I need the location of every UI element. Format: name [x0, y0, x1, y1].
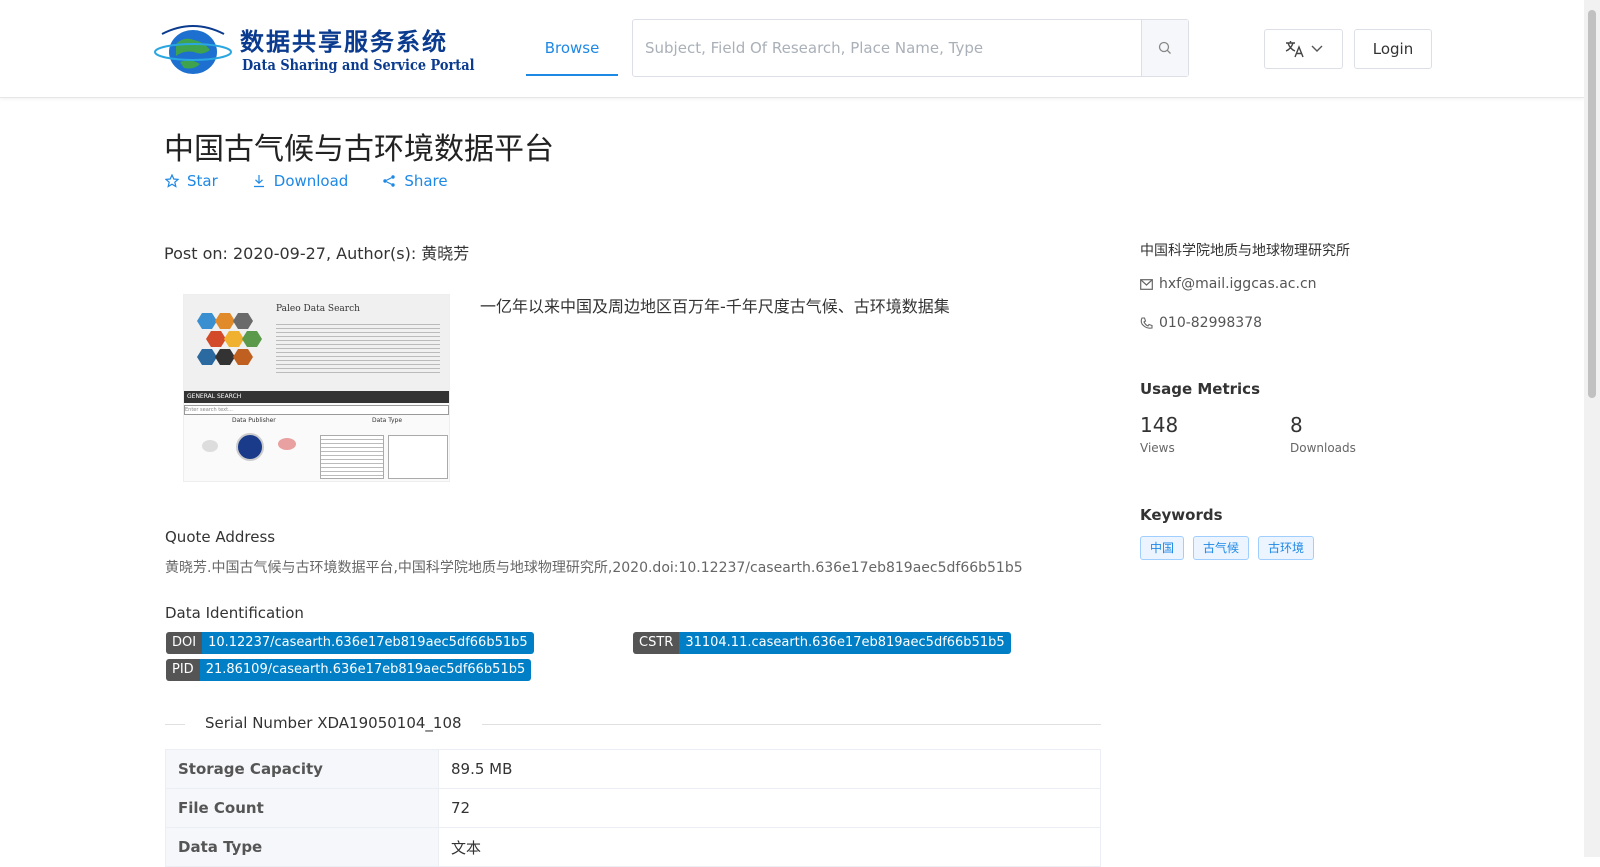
thumbnail-noaa-logo — [236, 433, 264, 461]
share-button[interactable]: Share — [382, 172, 448, 190]
quote-address: 黄晓芳.中国古气候与古环境数据平台,中国科学院地质与地球物理研究所,2020.d… — [165, 560, 1023, 576]
thumbnail-type-box — [388, 435, 448, 479]
table-key: File Count — [165, 788, 439, 828]
keyword-tag[interactable]: 古气候 — [1193, 536, 1250, 560]
keywords-list: 中国 古气候 古环境 — [1140, 536, 1315, 560]
search-box — [632, 19, 1189, 77]
download-label: Download — [273, 172, 349, 190]
table-value: 89.5 MB — [438, 749, 1101, 789]
mail-icon — [1140, 278, 1153, 290]
scrollbar-thumb[interactable] — [1588, 10, 1596, 398]
search-icon — [1158, 41, 1171, 54]
search-button[interactable] — [1141, 20, 1188, 76]
pid-badge-value: 21.86109/casearth.636e17eb819aec5df66b51… — [199, 659, 532, 681]
thumbnail-col-type: Data Type — [372, 417, 403, 424]
star-button[interactable]: Star — [165, 172, 218, 190]
views-metric: 148 Views — [1140, 413, 1178, 455]
share-label: Share — [404, 172, 448, 190]
language-switch-button[interactable] — [1264, 29, 1343, 69]
dataset-title: 中国古气候与古环境数据平台 — [164, 132, 554, 167]
dataset-actions: Star Download Share — [165, 172, 448, 190]
dataset-description: 一亿年以来中国及周边地区百万年-千年尺度古气候、古环境数据集 — [480, 297, 950, 316]
translate-icon — [1285, 41, 1304, 58]
doi-badge-value: 10.12237/casearth.636e17eb819aec5df66b51… — [202, 632, 534, 654]
doi-badge-key: DOI — [166, 632, 203, 654]
logo-chinese-title: 数据共享服务系统 — [240, 28, 448, 56]
search-input[interactable] — [633, 20, 1165, 76]
usage-metrics-title: Usage Metrics — [1140, 380, 1260, 398]
table-value: 72 — [438, 788, 1101, 828]
contact-email-text: hxf@mail.iggcas.ac.cn — [1159, 276, 1317, 292]
login-button[interactable]: Login — [1354, 29, 1432, 69]
keyword-tag[interactable]: 古环境 — [1258, 536, 1315, 560]
thumbnail-title: Paleo Data Search — [276, 304, 360, 314]
table-row: Storage Capacity 89.5 MB — [165, 749, 1101, 789]
star-icon — [165, 174, 179, 188]
pid-badge-key: PID — [166, 659, 200, 681]
keywords-title: Keywords — [1140, 506, 1223, 524]
views-count: 148 — [1140, 413, 1179, 437]
share-icon — [383, 175, 396, 187]
download-button[interactable]: Download — [252, 172, 349, 190]
chevron-down-icon — [1311, 45, 1322, 52]
pid-badge[interactable]: PID 21.86109/casearth.636e17eb819aec5df6… — [166, 659, 532, 681]
table-value: 文本 — [438, 827, 1101, 867]
table-row: Data Type 文本 — [165, 827, 1101, 867]
dataset-info-table: Storage Capacity 89.5 MB File Count 72 D… — [165, 749, 1101, 867]
quote-address-label: Quote Address — [165, 528, 276, 546]
post-meta: Post on: 2020-09-27, Author(s): 黄晓芳 — [164, 244, 470, 263]
contact-phone-text: 010-82998378 — [1159, 315, 1263, 331]
table-row: File Count 72 — [165, 788, 1101, 828]
page-scrollbar[interactable] — [1584, 0, 1600, 857]
table-key: Data Type — [165, 827, 439, 867]
views-label: Views — [1140, 441, 1175, 455]
globe-logo-icon — [154, 25, 232, 74]
thumbnail-search-bar: GENERAL SEARCH — [184, 391, 449, 403]
dataset-thumbnail[interactable]: Paleo Data Search GENERAL SEARCH Enter s… — [183, 294, 450, 482]
thumbnail-publisher-logo-3 — [278, 438, 296, 450]
downloads-metric: 8 Downloads — [1290, 413, 1356, 455]
thumbnail-type-list — [320, 435, 384, 479]
data-identification-label: Data Identification — [165, 604, 304, 622]
top-header: 数据共享服务系统 Data Sharing and Service Portal… — [0, 0, 1584, 98]
cstr-badge[interactable]: CSTR 31104.11.casearth.636e17eb819aec5df… — [633, 632, 1011, 654]
cstr-badge-key: CSTR — [633, 632, 680, 654]
keyword-tag[interactable]: 中国 — [1140, 536, 1185, 560]
downloads-count: 8 — [1290, 413, 1303, 437]
serial-number: Serial Number XDA19050104_108 — [185, 714, 482, 732]
portal-logo[interactable]: 数据共享服务系统 Data Sharing and Service Portal — [154, 18, 474, 80]
table-key: Storage Capacity — [165, 749, 439, 789]
phone-icon — [1140, 316, 1153, 329]
thumbnail-text-lines — [276, 321, 440, 373]
thumbnail-publisher-logo-1 — [202, 440, 218, 452]
hexagon-collage-icon — [197, 313, 262, 365]
cstr-badge-value: 31104.11.casearth.636e17eb819aec5df66b51… — [679, 632, 1011, 654]
contact-phone: 010-82998378 — [1140, 315, 1262, 331]
contact-email[interactable]: hxf@mail.iggcas.ac.cn — [1140, 276, 1317, 292]
organization-name: 中国科学院地质与地球物理研究所 — [1140, 243, 1350, 259]
nav-browse-tab[interactable]: Browse — [526, 20, 618, 76]
doi-badge[interactable]: DOI 10.12237/casearth.636e17eb819aec5df6… — [166, 632, 534, 654]
logo-english-title: Data Sharing and Service Portal — [242, 56, 475, 74]
thumbnail-col-publisher: Data Publisher — [232, 417, 276, 424]
star-label: Star — [187, 172, 218, 190]
download-icon — [253, 175, 264, 188]
thumbnail-search-input: Enter search text... — [184, 405, 449, 415]
downloads-label: Downloads — [1290, 441, 1356, 455]
